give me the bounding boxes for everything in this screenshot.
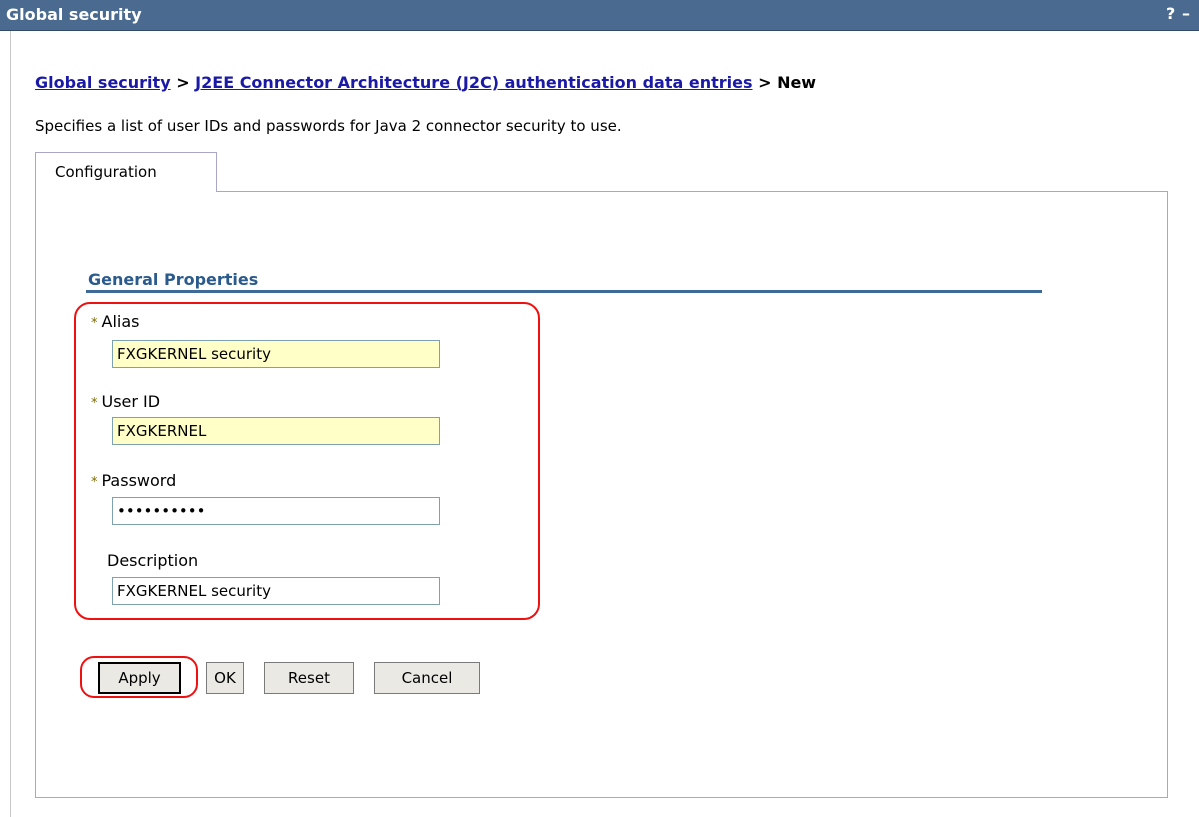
password-input[interactable] <box>112 497 440 525</box>
cancel-button[interactable]: Cancel <box>374 662 480 694</box>
alias-label-text: Alias <box>101 312 140 331</box>
breadcrumb-link-global-security[interactable]: Global security <box>35 73 171 92</box>
minimize-icon[interactable]: – <box>1182 4 1190 23</box>
window-title: Global security <box>6 5 142 24</box>
description-label: Description <box>107 551 199 570</box>
user-id-label: * User ID <box>91 392 160 411</box>
required-marker-icon: * <box>91 316 98 331</box>
alias-label: * Alias <box>91 312 139 331</box>
tab-configuration-label: Configuration <box>55 163 157 181</box>
alias-input[interactable] <box>112 340 440 368</box>
required-marker-icon: * <box>91 475 98 490</box>
password-label: * Password <box>91 471 176 490</box>
tab-configuration[interactable]: Configuration <box>35 152 217 192</box>
left-border <box>10 31 11 817</box>
password-label-text: Password <box>101 471 177 490</box>
help-icon[interactable]: ? <box>1166 4 1175 23</box>
breadcrumb-current: New <box>777 73 817 92</box>
required-marker-icon: * <box>91 396 98 411</box>
window-titlebar: Global security ? – <box>0 0 1199 31</box>
breadcrumb-link-j2c-entries[interactable]: J2EE Connector Architecture (J2C) authen… <box>195 73 752 92</box>
description-input[interactable] <box>112 577 440 605</box>
apply-button[interactable]: Apply <box>98 662 181 694</box>
page-description: Specifies a list of user IDs and passwor… <box>35 117 622 135</box>
section-divider <box>86 290 1042 293</box>
breadcrumb: Global security > J2EE Connector Archite… <box>35 73 816 92</box>
breadcrumb-separator: > <box>752 73 778 92</box>
ok-button[interactable]: OK <box>206 662 244 694</box>
user-id-input[interactable] <box>112 417 440 445</box>
reset-button[interactable]: Reset <box>264 662 354 694</box>
breadcrumb-separator: > <box>170 73 196 92</box>
user-id-label-text: User ID <box>101 392 161 411</box>
section-title-general-properties: General Properties <box>88 270 259 289</box>
